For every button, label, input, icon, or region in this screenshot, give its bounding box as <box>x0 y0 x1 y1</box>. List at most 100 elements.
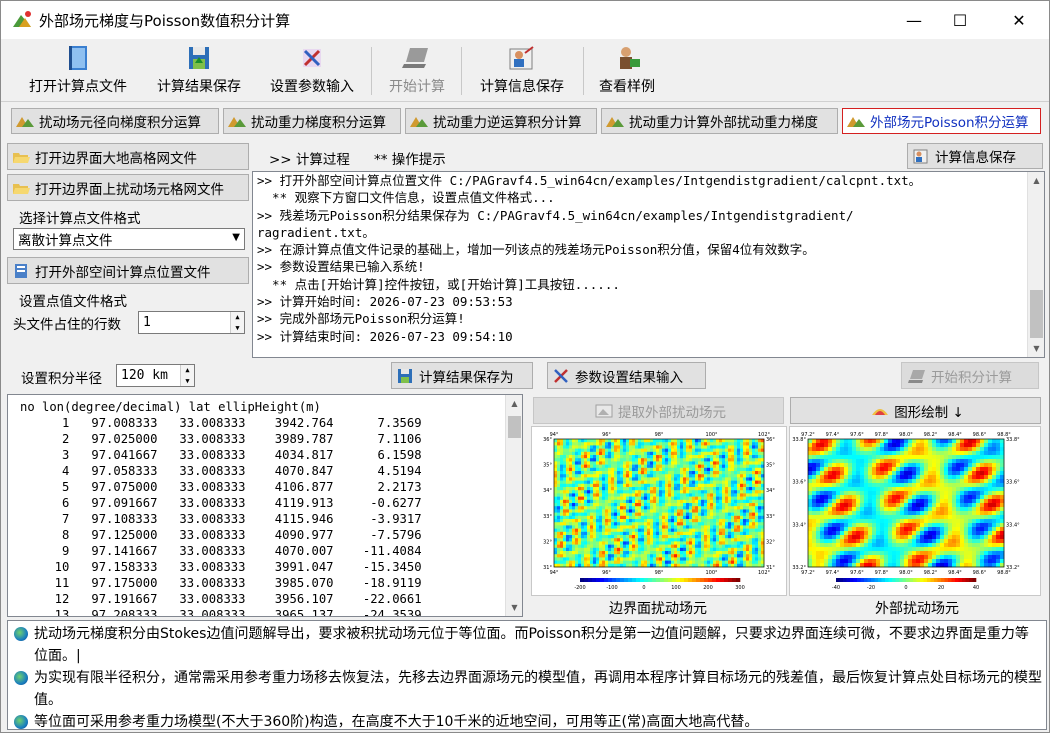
scroll-down-icon[interactable]: ▼ <box>1028 340 1044 357</box>
param-input-button[interactable]: 设置参数输入 <box>267 43 357 97</box>
start-calc-button[interactable]: 开始计算 <box>385 43 449 97</box>
map-cell <box>689 477 693 481</box>
view-sample-button[interactable]: 查看样例 <box>595 43 659 97</box>
y-tick-label: 33.8° <box>1006 437 1020 443</box>
draw-graph-button[interactable]: 图形绘制 ↓ <box>790 397 1041 424</box>
map-cell <box>692 503 696 507</box>
map-cell <box>695 512 699 517</box>
extract-field-button[interactable]: 提取外部扰动场元 <box>533 397 784 424</box>
map-cell <box>713 467 717 472</box>
table-row: 1 97.008333 33.008333 3942.764 7.3569 <box>18 416 422 430</box>
map-cell <box>836 543 841 548</box>
map-cell <box>629 547 633 552</box>
param-input-button[interactable]: 参数设置结果输入 <box>547 362 706 389</box>
save-log-button[interactable]: 计算信息保存 <box>907 143 1043 169</box>
map-cell <box>662 490 666 494</box>
map-cell <box>755 503 759 507</box>
map-cell <box>746 439 750 443</box>
map-cell <box>968 535 973 540</box>
map-cell <box>554 483 558 488</box>
map-cell <box>674 451 678 456</box>
map-cell <box>563 458 567 462</box>
scroll-thumb[interactable] <box>508 416 521 438</box>
map-cell <box>900 535 905 540</box>
start-integral-button[interactable]: 开始积分计算 <box>901 362 1039 389</box>
scroll-up-icon[interactable]: ▲ <box>1028 172 1044 189</box>
spin-arrows-icon[interactable]: ▲ ▼ <box>230 312 244 333</box>
format-select[interactable]: 离散计算点文件 ▼ <box>13 228 245 250</box>
save-info-button[interactable]: 计算信息保存 <box>475 43 569 97</box>
map-cell <box>731 538 735 542</box>
open-points-file-button[interactable]: 打开计算点文件 <box>25 43 131 97</box>
map-cell <box>611 455 615 459</box>
points-table[interactable]: no lon(degree/decimal) lat ellipHeight(m… <box>7 394 523 617</box>
map-cell <box>892 527 897 532</box>
map-cell <box>852 531 857 536</box>
scroll-up-icon[interactable]: ▲ <box>506 395 522 412</box>
map-cell <box>920 519 925 524</box>
map-cell <box>671 557 675 561</box>
map-cell <box>888 459 893 464</box>
close-button[interactable]: ✕ <box>996 1 1042 39</box>
map-cell <box>728 467 732 472</box>
map-cell <box>948 443 953 448</box>
header-lines-spinbox[interactable]: 1 ▲ ▼ <box>138 311 245 334</box>
scroll-thumb[interactable] <box>1030 290 1043 338</box>
table-scrollbar[interactable]: ▲ ▼ <box>505 395 522 616</box>
map-cell <box>554 471 558 475</box>
map-cell <box>755 464 759 469</box>
open-points-position-file-button[interactable]: 打开外部空间计算点位置文件 <box>7 257 249 284</box>
map-cell <box>626 487 630 491</box>
spin-arrows-icon[interactable]: ▲ ▼ <box>180 365 194 386</box>
map-cell <box>976 523 981 528</box>
map-cell <box>686 445 690 449</box>
map-cell <box>743 522 747 526</box>
map-cell <box>644 531 648 536</box>
map-cell <box>920 523 925 528</box>
map-cell <box>596 487 600 491</box>
map-cell <box>848 551 853 556</box>
map-cell <box>719 451 723 456</box>
tab-gravity-gradient[interactable]: 扰动重力梯度积分运算 <box>223 108 401 134</box>
map-cell <box>716 451 720 456</box>
map-cell <box>734 547 738 552</box>
map-cell <box>557 503 561 507</box>
map-cell <box>677 522 681 526</box>
open-boundary-height-grid-button[interactable]: 打开边界面大地高格网文件 <box>7 143 249 170</box>
scroll-down-icon[interactable]: ▼ <box>506 599 522 616</box>
map-cell <box>908 467 913 472</box>
map-cell <box>620 445 624 449</box>
map-cell <box>557 531 561 536</box>
tab-radial-gradient[interactable]: 扰动场元径向梯度积分运算 <box>11 108 219 134</box>
save-result-button[interactable]: 计算结果保存 <box>153 43 245 97</box>
map-cell <box>563 512 567 517</box>
map-cell <box>635 515 639 520</box>
tab-external-gradient[interactable]: 扰动重力计算外部扰动重力梯度 <box>601 108 838 134</box>
y-tick-label: 33.6° <box>792 480 806 486</box>
map-cell <box>860 539 865 544</box>
maximize-button[interactable]: ☐ <box>937 1 983 39</box>
map-cell <box>584 531 588 536</box>
map-cell <box>701 528 705 533</box>
minimize-button[interactable]: — <box>891 1 937 39</box>
radius-spinbox[interactable]: 120 km ▲ ▼ <box>116 364 195 387</box>
open-boundary-field-grid-button[interactable]: 打开边界面上扰动场元格网文件 <box>7 174 249 201</box>
tab-gravity-inverse[interactable]: 扰动重力逆运算积分计算 <box>405 108 597 134</box>
save-result-as-button[interactable]: 计算结果保存为 <box>391 362 533 389</box>
map-cell <box>860 443 865 448</box>
map-cell <box>952 555 957 560</box>
map-cell <box>560 525 564 529</box>
log-scrollbar[interactable]: ▲ ▼ <box>1027 172 1044 357</box>
map-cell <box>626 541 630 545</box>
log-panel[interactable]: >> 打开外部空间计算点位置文件 C:/PAGravf4.5_win64cn/e… <box>252 171 1045 358</box>
map-cell <box>868 491 873 496</box>
tab-poisson-integral[interactable]: 外部场元Poisson积分运算 <box>842 108 1041 134</box>
map-cell <box>695 515 699 520</box>
map-cell <box>737 554 741 558</box>
map-cell <box>896 447 901 452</box>
map-cell <box>704 442 708 446</box>
map-cell <box>623 547 627 552</box>
map-cell <box>641 557 645 561</box>
map-cell <box>632 506 636 510</box>
map-cell <box>686 477 690 481</box>
